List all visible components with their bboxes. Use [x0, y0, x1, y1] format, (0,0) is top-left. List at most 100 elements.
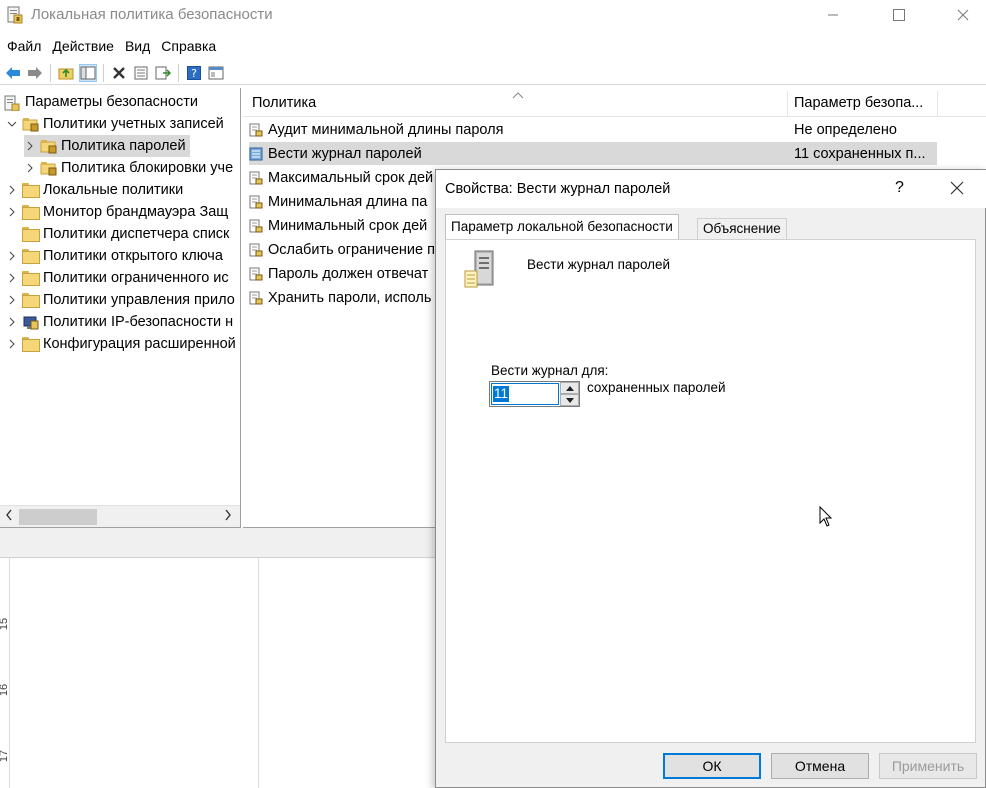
- minimize-button[interactable]: [810, 0, 856, 30]
- column-header-policy[interactable]: Политика: [252, 95, 316, 111]
- toolbar-separator: [50, 63, 51, 82]
- apply-button[interactable]: Применить: [879, 753, 977, 779]
- ruler-number: 16: [0, 683, 11, 697]
- dialog-title-bar[interactable]: Свойства: Вести журнал паролей ?: [436, 170, 986, 208]
- retain-units: сохраненных паролей: [587, 380, 726, 395]
- menu-help[interactable]: Справка: [161, 36, 216, 58]
- tree-root[interactable]: Параметры безопасности: [4, 91, 198, 113]
- column-divider[interactable]: [787, 91, 788, 117]
- list-item[interactable]: Вести журнал паролей 11 сохраненных п...: [249, 142, 937, 165]
- tree-item-label: Политики учетных записей: [43, 116, 224, 132]
- ok-button[interactable]: ОК: [663, 753, 761, 779]
- policy-name: Ослабить ограничение п: [268, 241, 435, 258]
- mmc-window: Локальная политика безопасности Файл Дей…: [0, 0, 986, 788]
- toolbar: ?: [0, 61, 986, 85]
- security-policy-icon: [7, 6, 23, 24]
- maximize-button[interactable]: [876, 0, 922, 30]
- triangle-up-icon: [565, 385, 574, 391]
- scroll-left-icon[interactable]: [5, 508, 13, 525]
- chevron-right-icon[interactable]: [6, 272, 18, 284]
- tree-root-label: Параметры безопасности: [25, 94, 198, 110]
- console-icon[interactable]: [207, 64, 225, 82]
- chevron-right-icon[interactable]: [6, 316, 18, 328]
- tree-item-restriction-policies[interactable]: Политики ограниченного ис: [6, 267, 229, 289]
- locked-folder-icon: [40, 139, 57, 154]
- policy-icon: [249, 123, 263, 137]
- folder-icon: [22, 248, 40, 264]
- chevron-right-icon[interactable]: [6, 184, 18, 196]
- ip-security-icon: [22, 315, 39, 330]
- chevron-right-icon[interactable]: [6, 338, 18, 350]
- properties-icon[interactable]: [132, 64, 150, 82]
- scrollbar-thumb[interactable]: [19, 509, 97, 525]
- triangle-down-icon: [565, 397, 574, 403]
- list-header: Политика Параметр безопа...: [243, 91, 986, 117]
- menu-view[interactable]: Вид: [125, 36, 150, 58]
- tree-item-lockout-policy[interactable]: Политика блокировки уче: [24, 157, 233, 179]
- back-arrow-icon[interactable]: [4, 64, 22, 82]
- tree-item-label: Локальные политики: [43, 182, 184, 198]
- chevron-right-icon[interactable]: [6, 294, 18, 306]
- policy-name: Хранить пароли, исполь: [268, 289, 432, 306]
- show-hide-tree-icon[interactable]: [79, 63, 97, 82]
- chevron-right-icon[interactable]: [24, 162, 36, 174]
- help-icon[interactable]: ?: [185, 64, 203, 82]
- chevron-right-icon[interactable]: [6, 250, 18, 262]
- export-list-icon[interactable]: [154, 64, 172, 82]
- up-folder-icon[interactable]: [57, 64, 75, 82]
- svg-text:?: ?: [191, 67, 197, 80]
- policy-icon: [249, 195, 263, 209]
- tree-item-account-policies[interactable]: Политики учетных записей: [6, 113, 224, 135]
- tree-item-label: Конфигурация расширенной: [43, 336, 236, 352]
- tree-item-app-control-policies[interactable]: Политики управления прило: [6, 289, 235, 311]
- cancel-button[interactable]: Отмена: [771, 753, 869, 779]
- tree-horizontal-scrollbar[interactable]: [0, 505, 240, 527]
- tab-explain[interactable]: Объяснение: [697, 218, 787, 240]
- chevron-right-icon[interactable]: [6, 206, 18, 218]
- ruler-number: 17: [0, 749, 11, 763]
- scroll-right-icon[interactable]: [224, 508, 232, 525]
- tree-item-ip-security[interactable]: Политики IP-безопасности н: [6, 311, 233, 333]
- tree-item-label: Политики открытого ключа: [43, 248, 223, 264]
- tree-item-password-policy[interactable]: Политика паролей: [24, 135, 190, 157]
- title-bar: Локальная политика безопасности: [0, 0, 986, 32]
- policy-value: Не определено: [794, 121, 897, 138]
- sort-ascending-icon: [512, 88, 524, 103]
- tree-item-label: Политика паролей: [61, 138, 186, 154]
- locked-folder-icon: [22, 117, 39, 132]
- forward-arrow-icon[interactable]: [26, 64, 44, 82]
- window-title: Локальная политика безопасности: [31, 6, 273, 23]
- tree-item-local-policies[interactable]: Локальные политики: [6, 179, 183, 201]
- column-header-setting[interactable]: Параметр безопа...: [794, 95, 923, 111]
- spin-up-button[interactable]: [560, 382, 579, 394]
- locked-folder-icon: [40, 161, 57, 176]
- policy-value: 11 сохраненных п...: [794, 145, 926, 162]
- spin-down-button[interactable]: [560, 394, 579, 406]
- policy-name: Минимальный срок дей: [268, 217, 428, 234]
- tree-item-label: Политики управления прило: [43, 292, 235, 308]
- column-divider[interactable]: [937, 91, 938, 117]
- tree-item-label: Политики ограниченного ис: [43, 270, 229, 286]
- policy-icon: [249, 267, 263, 281]
- close-button[interactable]: [940, 0, 986, 30]
- list-item[interactable]: Аудит минимальной длины пароля Не опреде…: [249, 118, 939, 141]
- mouse-cursor-icon: [819, 505, 833, 531]
- dialog-close-button[interactable]: [947, 178, 967, 198]
- menu-file[interactable]: Файл: [7, 36, 41, 58]
- password-history-stepper[interactable]: 11: [489, 381, 580, 407]
- tree-item-label: Политики диспетчера списк: [43, 226, 230, 242]
- help-button[interactable]: ?: [895, 179, 904, 197]
- minimize-icon: [828, 14, 838, 16]
- chevron-down-icon[interactable]: [6, 118, 18, 130]
- delete-icon[interactable]: [110, 64, 128, 82]
- tab-local-security-setting[interactable]: Параметр локальной безопасности: [445, 214, 679, 240]
- toolbar-separator: [178, 63, 179, 82]
- policy-icon: [249, 171, 263, 185]
- tree-item-public-key-policies[interactable]: Политики открытого ключа: [6, 245, 223, 267]
- tree-item-list-manager-policies[interactable]: Политики диспетчера списк: [22, 223, 229, 245]
- menu-action[interactable]: Действие: [52, 36, 114, 58]
- tree-item-advanced-config[interactable]: Конфигурация расширенной: [6, 333, 236, 355]
- policy-name: Максимальный срок дей: [268, 169, 434, 186]
- chevron-right-icon[interactable]: [24, 140, 36, 152]
- tree-item-firewall-monitor[interactable]: Монитор брандмауэра Защ: [6, 201, 228, 223]
